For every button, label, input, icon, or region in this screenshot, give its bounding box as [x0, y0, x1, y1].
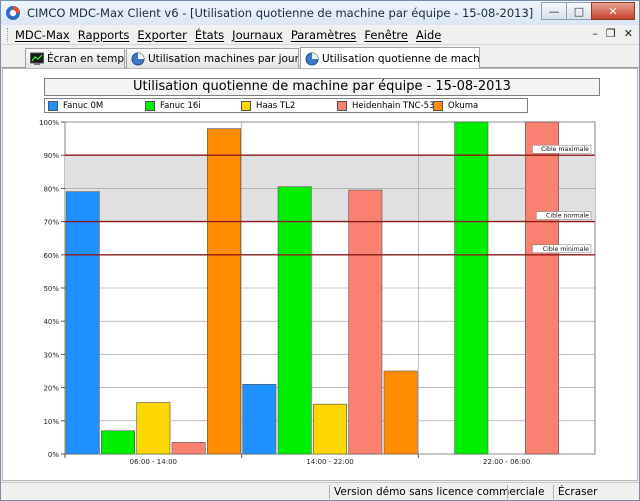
pie-chart-icon	[131, 52, 145, 65]
menu-aide[interactable]: Aide	[416, 28, 441, 42]
mdi-close-button[interactable]: ✕	[624, 27, 633, 40]
legend-swatch	[241, 101, 251, 111]
legend-item-okuma: Okuma	[433, 100, 478, 112]
bar-heidenhain-tnc-530	[171, 442, 206, 455]
chart-title: Utilisation quotienne de machine par équ…	[44, 78, 600, 96]
tab-label: Écran en temps réel	[47, 52, 125, 65]
reference-label: Cible normale	[546, 213, 589, 220]
legend-item-fanuc-0m: Fanuc 0M	[48, 100, 103, 112]
bar-fanuc-16i	[454, 121, 489, 455]
tab-realtime-screen[interactable]: Écran en temps réel	[25, 48, 125, 68]
document-tabs: Écran en temps réel Utilisation machines…	[1, 46, 639, 69]
window-title: CIMCO MDC-Max Client v6 - [Utilisation q…	[27, 6, 534, 20]
menu-grip	[7, 27, 11, 42]
status-cell-empty	[507, 485, 553, 499]
y-tick-label: 80%	[43, 185, 59, 193]
mdi-controls: – ❐ ✕	[592, 27, 633, 40]
window-controls: — □ ✕	[541, 2, 635, 20]
bar-haas-tl2	[313, 403, 347, 455]
y-tick-label: 0%	[48, 451, 59, 459]
menu-rapports[interactable]: Rapports	[78, 28, 130, 42]
y-tick-label: 90%	[43, 152, 59, 160]
menu-journaux[interactable]: Journaux	[232, 28, 283, 42]
reference-label: Cible maximale	[541, 146, 589, 153]
menu-fenetre[interactable]: Fenêtre	[364, 28, 407, 42]
legend-label: Heidenhain TNC-530	[352, 101, 440, 111]
legend-swatch	[48, 101, 58, 111]
legend-swatch	[337, 101, 347, 111]
y-tick-label: 60%	[43, 252, 59, 260]
legend-label: Haas TL2	[256, 101, 296, 111]
pie-chart-icon	[305, 52, 319, 65]
legend-label: Fanuc 0M	[63, 101, 104, 111]
bar-fanuc-16i	[101, 430, 135, 455]
title-bar[interactable]: CIMCO MDC-Max Client v6 - [Utilisation q…	[1, 1, 639, 25]
tab-machine-usage-per-shift[interactable]: Utilisation quotienne de machine par éq.…	[300, 47, 480, 69]
x-tick-label: 06:00 - 14:00	[130, 458, 177, 466]
y-tick-label: 70%	[43, 219, 59, 227]
legend-swatch	[145, 101, 155, 111]
status-bar: Version démo sans licence commerciale Éc…	[1, 482, 639, 500]
legend-label: Okuma	[448, 101, 479, 111]
mdi-minimize-button[interactable]: –	[592, 27, 598, 40]
app-icon	[6, 6, 20, 20]
bar-okuma	[383, 370, 418, 455]
legend-item-fanuc-16i: Fanuc 16i	[145, 100, 201, 112]
maximize-button[interactable]: □	[566, 2, 592, 20]
monitor-icon	[30, 52, 44, 65]
y-tick-label: 30%	[43, 351, 59, 359]
y-tick-label: 10%	[43, 418, 59, 426]
menu-etats[interactable]: États	[195, 28, 224, 42]
y-tick-label: 100%	[39, 119, 59, 127]
application-window: CIMCO MDC-Max Client v6 - [Utilisation q…	[0, 0, 640, 501]
menu-parametres[interactable]: Paramètres	[291, 28, 357, 42]
menu-bar: MDC-Max Rapports Exporter États Journaux…	[1, 25, 639, 45]
legend-swatch	[433, 101, 443, 111]
minimize-button[interactable]: —	[541, 2, 567, 20]
legend-label: Fanuc 16i	[160, 101, 201, 111]
tab-label: Utilisation quotienne de machine par éq.…	[322, 52, 480, 65]
x-tick-label: 22:00 - 06:00	[483, 458, 530, 466]
tab-machine-usage-per-day[interactable]: Utilisation machines par jour - 15-08-20…	[126, 48, 299, 68]
menu-mdc-max[interactable]: MDC-Max	[15, 28, 70, 42]
bar-heidenhain-tnc-530	[348, 189, 383, 455]
menu-exporter[interactable]: Exporter	[137, 28, 186, 42]
y-tick-label: 20%	[43, 385, 59, 393]
report-content: 0% 10% 20% 30% 40% 50% 60% 70% 80% 90% 100% 06:00 -…	[2, 68, 638, 481]
y-tick-label: 50%	[43, 285, 59, 293]
mdi-restore-button[interactable]: ❐	[606, 27, 616, 40]
chart-legend: Fanuc 0M Fanuc 16i Haas TL2 Heidenhain T…	[44, 98, 528, 113]
reference-label: Cible minimale	[543, 246, 589, 253]
bar-chart: 0% 10% 20% 30% 40% 50% 60% 70% 80% 90% 100% 06:00 -…	[39, 119, 596, 466]
legend-item-heidenhain: Heidenhain TNC-530	[337, 100, 440, 112]
bar-fanuc-16i	[277, 186, 312, 455]
bar-fanuc-0m	[65, 191, 100, 455]
tab-label: Utilisation machines par jour - 15-08-20…	[148, 52, 299, 65]
legend-item-haas-tl2: Haas TL2	[241, 100, 295, 112]
close-button[interactable]: ✕	[591, 2, 635, 20]
bar-heidenhain-tnc-530	[525, 121, 559, 455]
bar-haas-tl2	[136, 402, 171, 455]
y-tick-label: 40%	[43, 318, 59, 326]
x-tick-label: 14:00 - 22:00	[306, 458, 353, 466]
bar-fanuc-0m	[242, 383, 277, 455]
insert-mode-status: Écraser	[553, 485, 637, 499]
license-status: Version démo sans licence commerciale	[329, 485, 544, 499]
bar-okuma	[207, 128, 241, 455]
